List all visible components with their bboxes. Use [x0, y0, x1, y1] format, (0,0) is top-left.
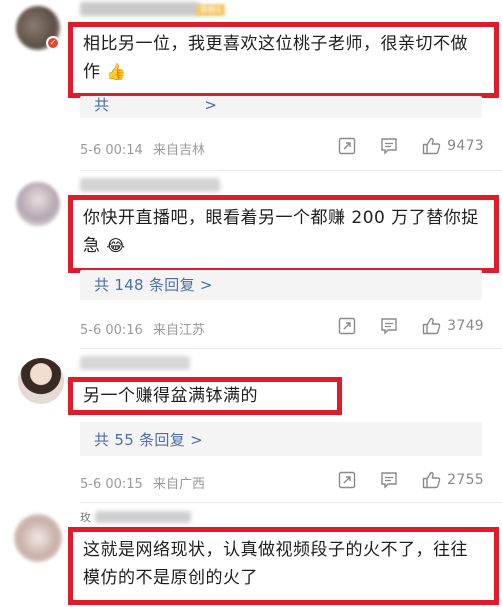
comment-date: 5-6 00:16 [80, 323, 143, 338]
highlighted-comment: 你快开直播吧，眼看着另一个都赚 200 万了替你捉急 😂 [68, 195, 499, 273]
username[interactable]: 玫 [80, 510, 191, 524]
like-icon[interactable] [421, 316, 441, 336]
comment-date: 5-6 00:15 [80, 477, 143, 492]
laughing-tears-emoji-icon: 😂 [106, 236, 126, 255]
comment-meta: 5-6 00:15 来自广西 [80, 473, 211, 492]
like-count: 9473 [447, 138, 484, 154]
reply-preview[interactable]: 共 > [80, 96, 482, 118]
comment-icon[interactable] [379, 316, 399, 336]
comment-location: 来自吉林 [152, 143, 205, 158]
comment-text: 另一个赚得盆满钵满的 [83, 386, 258, 406]
comment-text: 这就是网络现状，认真做视频段子的火不了，往往模仿的不是原创的火了 [83, 540, 468, 588]
avatar[interactable] [16, 182, 60, 226]
divider [80, 348, 502, 349]
avatar[interactable] [18, 358, 64, 404]
comment-meta: 5-6 00:16 来自江苏 [80, 319, 211, 338]
reply-count-link[interactable]: 共 > [94, 94, 217, 115]
comment-actions: 3749 [315, 316, 484, 336]
divider [80, 170, 502, 171]
comment-actions: 9473 [315, 136, 484, 156]
divider [80, 502, 502, 503]
comment-icon[interactable] [379, 470, 399, 490]
username[interactable] [80, 2, 200, 16]
highlighted-comment: 这就是网络现状，认真做视频段子的火不了，往往模仿的不是原创的火了 [68, 527, 499, 605]
thumbs-up-emoji-icon: 👍 [106, 62, 127, 81]
avatar[interactable] [14, 514, 62, 562]
comment-text: 相比另一位，我更喜欢这位桃子老师，很亲切不做作 👍 [83, 34, 468, 82]
like-icon[interactable] [421, 136, 441, 156]
highlighted-comment: 另一个赚得盆满钵满的 [68, 377, 342, 415]
verified-badge-icon: ✓ [46, 36, 60, 50]
like-count: 2755 [447, 472, 484, 488]
reply-preview[interactable]: 共 148 条回复 > [80, 270, 482, 300]
comment-text: 你快开直播吧，眼看着另一个都赚 200 万了替你捉急 😂 [83, 208, 479, 256]
username[interactable] [80, 178, 220, 192]
reply-preview[interactable]: 共 55 条回复 > [80, 422, 482, 456]
fan-badge-label: 铁粉1 [200, 5, 222, 14]
comment-meta: 5-6 00:14 来自吉林 [80, 139, 211, 158]
username[interactable] [80, 356, 190, 370]
like-icon[interactable] [421, 470, 441, 490]
like-count: 3749 [447, 318, 484, 334]
reply-count-link[interactable]: 共 148 条回复 > [94, 274, 213, 295]
comment-date: 5-6 00:14 [80, 143, 143, 158]
share-icon[interactable] [337, 470, 357, 490]
share-icon[interactable] [337, 136, 357, 156]
comment-actions: 2755 [315, 470, 484, 490]
reply-count-link[interactable]: 共 55 条回复 > [94, 429, 203, 450]
share-icon[interactable] [337, 316, 357, 336]
fan-badge: 铁粉1 [196, 4, 226, 16]
highlighted-comment: 相比另一位，我更喜欢这位桃子老师，很亲切不做作 👍 [68, 22, 499, 98]
comment-location: 来自江苏 [152, 323, 205, 338]
comment-icon[interactable] [379, 136, 399, 156]
comment-location: 来自广西 [152, 477, 205, 492]
